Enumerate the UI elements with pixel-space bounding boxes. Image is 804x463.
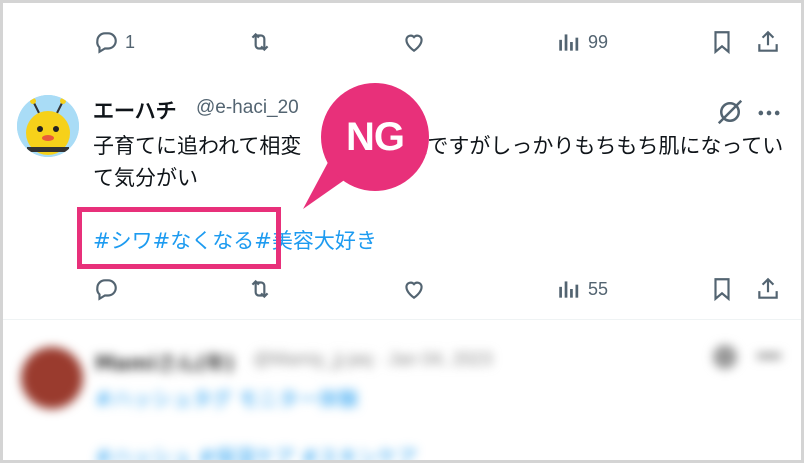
user-handle[interactable]: @e-haci_20 bbox=[196, 97, 299, 119]
heart-icon bbox=[405, 281, 423, 299]
bee-avatar-icon bbox=[17, 95, 79, 157]
reply-icon bbox=[96, 32, 117, 54]
bookmark-icon bbox=[714, 31, 730, 55]
repost-button[interactable] bbox=[247, 269, 273, 309]
bookmark-button[interactable] bbox=[709, 269, 735, 309]
like-button[interactable] bbox=[401, 22, 427, 62]
views-count: 99 bbox=[588, 31, 609, 52]
reply-button[interactable]: 1 bbox=[93, 22, 135, 62]
more-options-icon bbox=[757, 353, 781, 359]
views-icon bbox=[559, 281, 579, 298]
repost-icon bbox=[251, 279, 269, 299]
share-button[interactable] bbox=[755, 22, 781, 62]
grok-icon[interactable] bbox=[715, 97, 745, 127]
ng-label: NG bbox=[346, 114, 405, 159]
grok-icon bbox=[713, 345, 737, 369]
avatar bbox=[21, 347, 83, 409]
views-count: 55 bbox=[588, 278, 609, 299]
post-text: #ハッシュタグ モニター体験 bbox=[95, 387, 359, 411]
heart-icon bbox=[405, 34, 423, 52]
views-button[interactable]: 55 bbox=[556, 269, 608, 309]
more-options-icon[interactable] bbox=[755, 99, 783, 127]
post-text: 子育てに追われて相変 寝不足ですがしっかりもちもち肌になっていて気分がい bbox=[93, 134, 784, 190]
highlight-box bbox=[77, 207, 281, 269]
display-name[interactable]: エーハチ bbox=[93, 95, 177, 125]
screenshot-frame: 1 99 エーハチ @e-haci_20 子育てに追われて相変 寝不足ですがしっ… bbox=[0, 0, 804, 463]
share-button[interactable] bbox=[755, 269, 781, 309]
repost-icon bbox=[251, 32, 269, 52]
post-divider bbox=[3, 319, 801, 320]
share-icon bbox=[758, 277, 778, 299]
bookmark-button[interactable] bbox=[709, 22, 735, 62]
repost-button[interactable] bbox=[247, 22, 273, 62]
hashtag-list: #ハッシュ #保湿ケア #スキンケア bbox=[95, 445, 418, 463]
top-action-bar: 1 99 bbox=[3, 22, 801, 62]
reply-icon bbox=[96, 279, 117, 301]
blurred-next-post: Mamiさん(年) @Mamiy_jj-jaq · Jan 04, 2023 #… bbox=[3, 325, 801, 463]
post-action-bar: 55 bbox=[3, 269, 801, 309]
like-button[interactable] bbox=[401, 269, 427, 309]
display-name: Mamiさん(年) bbox=[95, 351, 235, 375]
ng-speech-bubble: NG bbox=[321, 83, 429, 191]
reply-count: 1 bbox=[125, 31, 136, 52]
views-icon bbox=[559, 34, 579, 51]
user-handle: @Mamiy_jj-jaq · Jan 04, 2023 bbox=[253, 349, 493, 369]
avatar[interactable] bbox=[17, 95, 79, 157]
share-icon bbox=[758, 30, 778, 52]
bookmark-icon bbox=[714, 278, 730, 302]
views-button[interactable]: 99 bbox=[556, 22, 608, 62]
reply-button[interactable] bbox=[93, 269, 125, 309]
